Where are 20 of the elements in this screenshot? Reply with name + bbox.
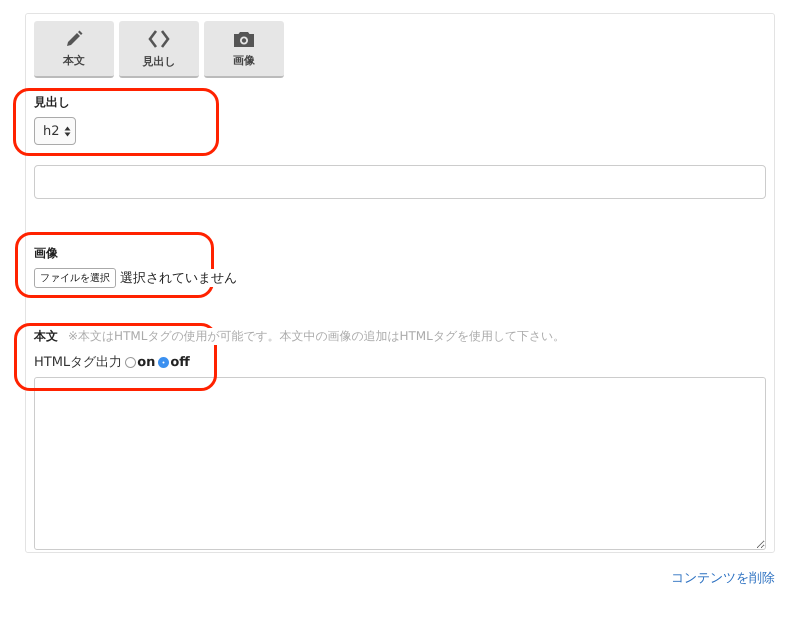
angle-brackets-icon [148,28,170,48]
option-label: HTMLタグ出力 [34,354,122,371]
section-label: 画像 [34,245,58,262]
radio-button[interactable] [125,356,136,368]
section-label: 本文 [34,328,58,345]
code-tool-button[interactable]: 見出し [119,21,199,78]
choose-file-button[interactable]: ファイルを選択 [34,268,116,288]
radio-button[interactable] [158,356,170,368]
pencil-icon [65,30,83,48]
radio-label[interactable]: off [170,354,190,370]
camera-icon [233,30,255,48]
heading-level-select[interactable]: h2 [34,117,76,145]
pencil-tool-button[interactable]: 本文 [34,21,114,78]
file-status-text: 選択されていません [120,269,237,287]
updown-arrows-icon [64,126,71,136]
delete-link[interactable]: コンテンツを削除 [671,569,775,587]
heading-text-field[interactable] [34,165,766,199]
radio-label[interactable]: on [137,354,156,370]
camera-tool-button[interactable]: 画像 [204,21,284,78]
section-label: 見出し [34,94,70,111]
